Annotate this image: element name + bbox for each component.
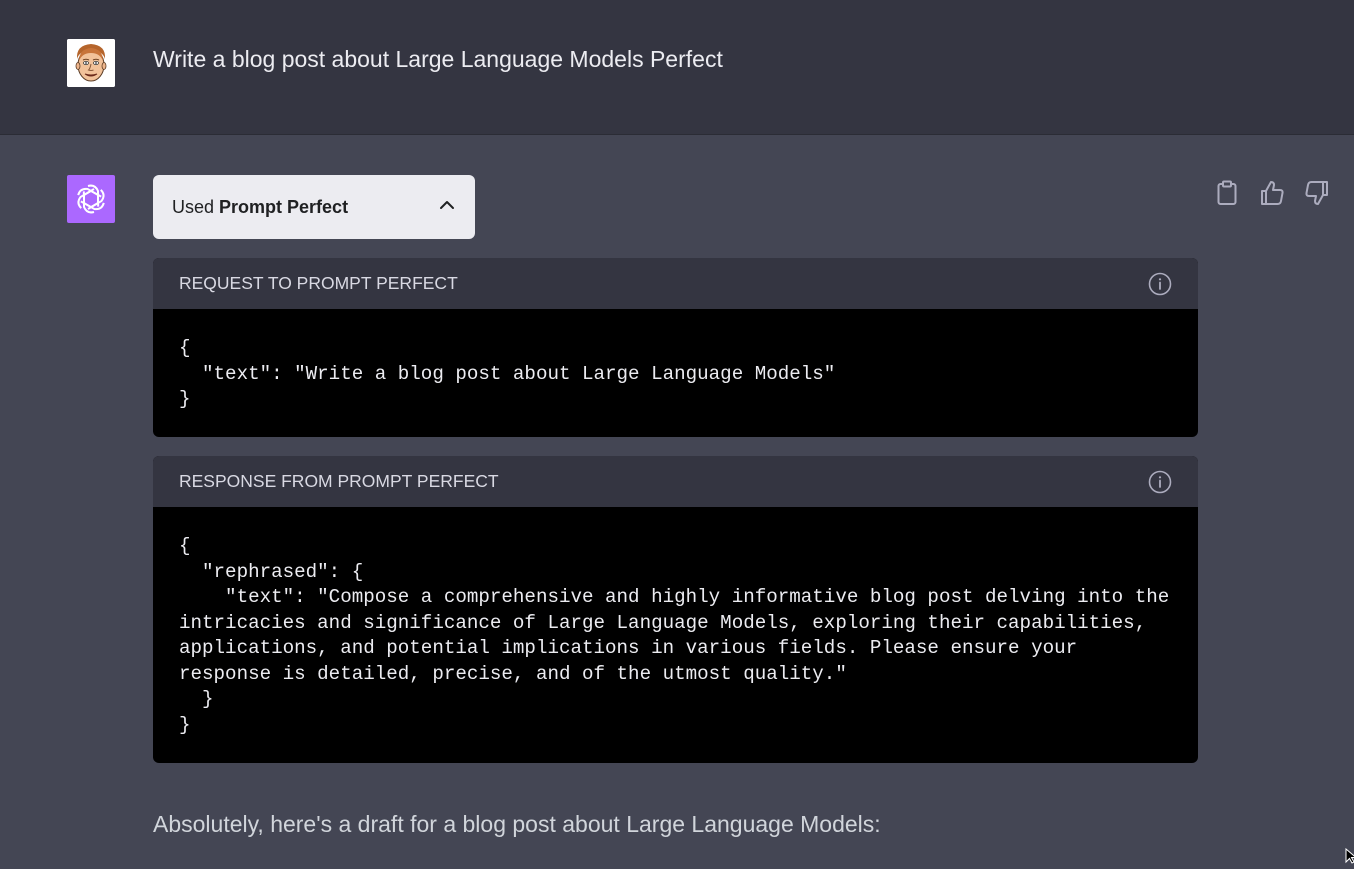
assistant-answer-intro: Absolutely, here's a draft for a blog po… [153,811,881,837]
request-panel-title: REQUEST TO PROMPT PERFECT [179,273,458,293]
mouse-cursor-icon [1345,847,1354,869]
response-panel-header: RESPONSE FROM PROMPT PERFECT [153,456,1198,507]
assistant-message-row: Used Prompt Perfect REQUEST TO PROMPT PE… [0,135,1354,864]
response-panel: RESPONSE FROM PROMPT PERFECT { "rephrase… [153,456,1198,763]
chevron-up-icon [438,196,456,219]
request-code-block: { "text": "Write a blog post about Large… [153,309,1198,437]
openai-logo-icon [67,175,115,223]
plugin-used-toggle-button[interactable]: Used Prompt Perfect [153,175,475,239]
request-panel-header: REQUEST TO PROMPT PERFECT [153,258,1198,309]
info-icon[interactable] [1148,272,1172,296]
plugin-used-label: Used Prompt Perfect [172,197,348,218]
request-panel: REQUEST TO PROMPT PERFECT { "text": "Wri… [153,258,1198,437]
user-cartoon-portrait [67,39,115,87]
user-message-text: Write a blog post about Large Language M… [153,46,723,72]
request-code: { "text": "Write a blog post about Large… [179,337,836,410]
response-code: { "rephrased": { "text": "Compose a comp… [179,535,1170,736]
thumbs-down-icon[interactable] [1303,179,1331,207]
plugin-name: Prompt Perfect [219,196,349,217]
message-actions [1213,179,1331,207]
response-code-block: { "rephrased": { "text": "Compose a comp… [153,507,1198,762]
response-panel-title: RESPONSE FROM PROMPT PERFECT [179,471,499,491]
user-message-row: Write a blog post about Large Language M… [0,0,1354,135]
info-icon[interactable] [1148,470,1172,494]
thumbs-up-icon[interactable] [1258,179,1286,207]
user-avatar [67,39,115,87]
clipboard-icon[interactable] [1213,179,1241,207]
openai-logo-graphic [77,184,105,214]
plugin-used-prefix: Used [172,196,220,217]
